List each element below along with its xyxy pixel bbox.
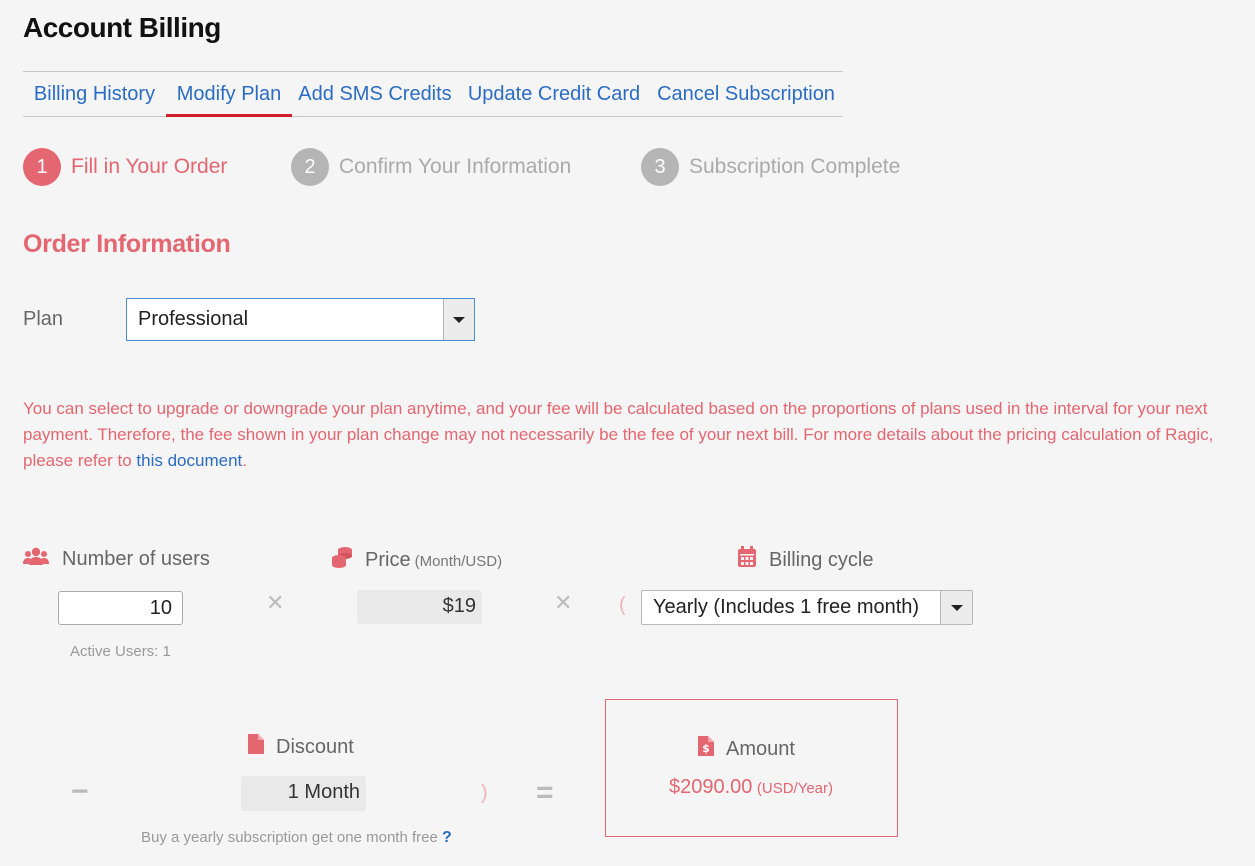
active-users-text: Active Users: 1 bbox=[70, 643, 171, 660]
close-paren: ) bbox=[481, 782, 488, 804]
price-header: Price (Month/USD) bbox=[331, 546, 502, 574]
amount-value: $2090.00 bbox=[669, 776, 753, 798]
this-document-link[interactable]: this document bbox=[136, 451, 242, 470]
billing-cycle-header: Billing cycle bbox=[737, 546, 873, 574]
tab-cancel-subscription[interactable]: Cancel Subscription bbox=[650, 72, 842, 116]
invoice-dollar-icon: $ bbox=[698, 736, 714, 762]
amount-box: $ Amount $2090.00 (USD/Year) bbox=[605, 699, 898, 837]
chevron-down-icon bbox=[453, 316, 465, 323]
plan-select[interactable]: Professional bbox=[126, 298, 475, 341]
file-icon bbox=[248, 734, 264, 760]
pricing-notice-end: . bbox=[242, 451, 247, 470]
price-label: Price bbox=[365, 548, 411, 571]
section-title: Order Information bbox=[23, 230, 231, 258]
svg-text:$: $ bbox=[702, 742, 710, 755]
equals-sign: = bbox=[536, 776, 554, 809]
billing-cycle-value: Yearly (Includes 1 free month) bbox=[653, 596, 920, 618]
plan-select-value: Professional bbox=[138, 308, 249, 330]
amount-label: Amount bbox=[726, 737, 795, 760]
step-2: 2 bbox=[291, 148, 329, 186]
users-icon bbox=[23, 546, 49, 572]
discount-note-text: Buy a yearly subscription get one month … bbox=[141, 829, 438, 846]
amount-unit: (USD/Year) bbox=[756, 780, 834, 797]
minus-sign: − bbox=[71, 775, 89, 808]
price-unit: (Month/USD) bbox=[414, 553, 503, 570]
page-title: Account Billing bbox=[23, 12, 221, 43]
price-value: $19 bbox=[357, 590, 482, 624]
amount-header: $ Amount bbox=[698, 736, 795, 762]
users-header: Number of users bbox=[23, 546, 210, 572]
users-input[interactable]: 10 bbox=[58, 591, 183, 625]
discount-note: Buy a yearly subscription get one month … bbox=[141, 829, 452, 847]
plan-dropdown-button[interactable] bbox=[443, 299, 474, 340]
step-2-label: Confirm Your Information bbox=[339, 155, 572, 178]
pricing-notice: You can select to upgrade or downgrade y… bbox=[23, 396, 1243, 474]
tab-add-sms-credits[interactable]: Add SMS Credits bbox=[292, 72, 458, 116]
calendar-icon bbox=[737, 546, 757, 574]
discount-header: Discount bbox=[248, 734, 354, 760]
billing-cycle-dropdown-button[interactable] bbox=[940, 591, 972, 624]
coins-icon bbox=[331, 546, 353, 574]
step-1: 1 bbox=[23, 148, 61, 186]
amount-total: $2090.00 (USD/Year) bbox=[669, 776, 833, 799]
step-3: 3 bbox=[641, 148, 679, 186]
users-label: Number of users bbox=[62, 547, 210, 570]
tab-modify-plan[interactable]: Modify Plan bbox=[166, 72, 292, 117]
discount-label: Discount bbox=[276, 735, 354, 758]
multiply-sign-1: ✕ bbox=[266, 590, 285, 615]
discount-value: 1 Month bbox=[241, 776, 366, 811]
step-2-number: 2 bbox=[291, 148, 329, 186]
tab-update-credit-card[interactable]: Update Credit Card bbox=[458, 72, 650, 116]
billing-tabs: Billing History Modify Plan Add SMS Cred… bbox=[23, 71, 843, 117]
chevron-down-icon bbox=[950, 604, 963, 611]
billing-cycle-select[interactable]: Yearly (Includes 1 free month) bbox=[641, 590, 973, 625]
help-icon[interactable]: ? bbox=[442, 829, 452, 846]
step-1-label: Fill in Your Order bbox=[71, 155, 228, 178]
multiply-sign-2: ✕ bbox=[554, 590, 573, 615]
step-3-number: 3 bbox=[641, 148, 679, 186]
billing-cycle-label: Billing cycle bbox=[769, 548, 874, 571]
step-1-number: 1 bbox=[23, 148, 61, 186]
plan-label: Plan bbox=[23, 308, 64, 330]
open-paren: ( bbox=[619, 594, 626, 616]
step-3-label: Subscription Complete bbox=[689, 155, 901, 178]
tab-billing-history[interactable]: Billing History bbox=[23, 72, 166, 116]
